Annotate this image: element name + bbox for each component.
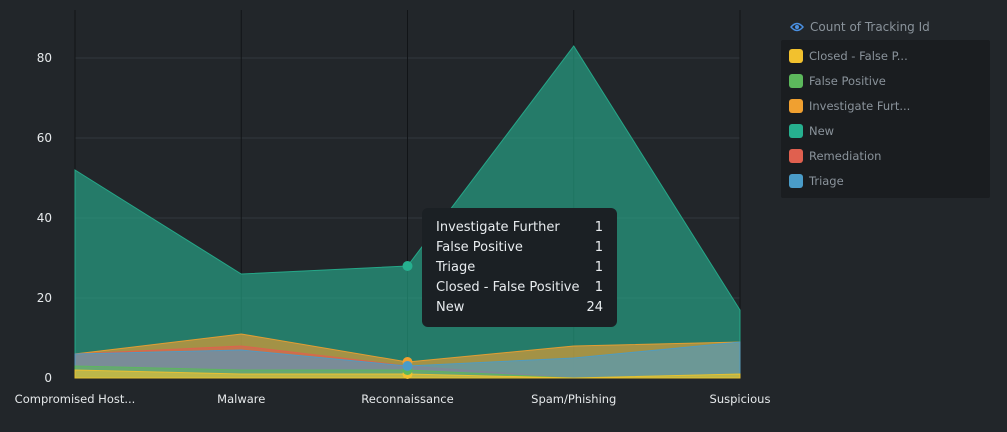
legend-item-remediation[interactable]: Remediation [789,148,881,164]
y-tick-label: 0 [44,371,52,385]
tooltip-value: 1 [594,279,603,295]
tooltip-label: Triage [436,259,476,275]
tooltip-row: Investigate Further 1 [436,217,603,237]
legend-item-new[interactable]: New [789,123,834,139]
y-tick-label: 60 [37,131,52,145]
area-chart: 0 20 40 60 80 Compromised Host... Malware Recon… [15,10,771,406]
legend-swatch [789,99,803,113]
tooltip-label: Investigate Further [436,219,560,235]
legend-label: New [809,124,835,138]
x-tick-label: Spam/Phishing [531,392,616,406]
legend-swatch [789,74,803,88]
tooltip-label: Closed - False Positive [436,279,580,295]
legend-label: False Positive [809,74,886,88]
tooltip-row: Triage 1 [436,257,603,277]
tooltip-label: False Positive [436,239,523,255]
legend-header: Count of Tracking Id [790,19,930,35]
legend-title: Count of Tracking Id [810,20,930,34]
x-tick-label: Reconnaissance [361,392,453,406]
y-tick-label: 80 [37,51,52,65]
tooltip-row: Closed - False Positive 1 [436,277,603,297]
legend-label: Remediation [809,149,882,163]
legend-swatch [789,149,803,163]
hover-marker-triage [402,361,413,371]
eye-icon [790,22,804,32]
tooltip-row: New 24 [436,297,603,317]
legend-item-triage[interactable]: Triage [789,173,844,189]
x-tick-label: Malware [217,392,265,406]
legend-swatch [789,124,803,138]
legend-label: Investigate Furt... [809,99,911,113]
y-tick-label: 20 [37,291,52,305]
tooltip-label: New [436,299,465,315]
legend-label: Closed - False P... [809,49,908,63]
legend-item-investigate-further[interactable]: Investigate Furt... [789,98,910,114]
x-tick-label: Suspicious [710,392,771,406]
y-tick-label: 40 [37,211,52,225]
chart-tooltip: Investigate Further 1 False Positive 1 T… [422,208,617,327]
tooltip-value: 1 [594,219,603,235]
legend-label: Triage [809,174,844,188]
tooltip-value: 1 [594,259,603,275]
tooltip-row: False Positive 1 [436,237,603,257]
legend-swatch [789,49,803,63]
x-tick-label: Compromised Host... [15,392,136,406]
legend: Closed - False P... False Positive Inves… [781,40,990,198]
tooltip-value: 1 [594,239,603,255]
tooltip-value: 24 [586,299,603,315]
legend-swatch [789,174,803,188]
legend-item-false-positive[interactable]: False Positive [789,73,886,89]
legend-item-closed-false-positive[interactable]: Closed - False P... [789,48,908,64]
hover-marker-new [402,261,413,271]
